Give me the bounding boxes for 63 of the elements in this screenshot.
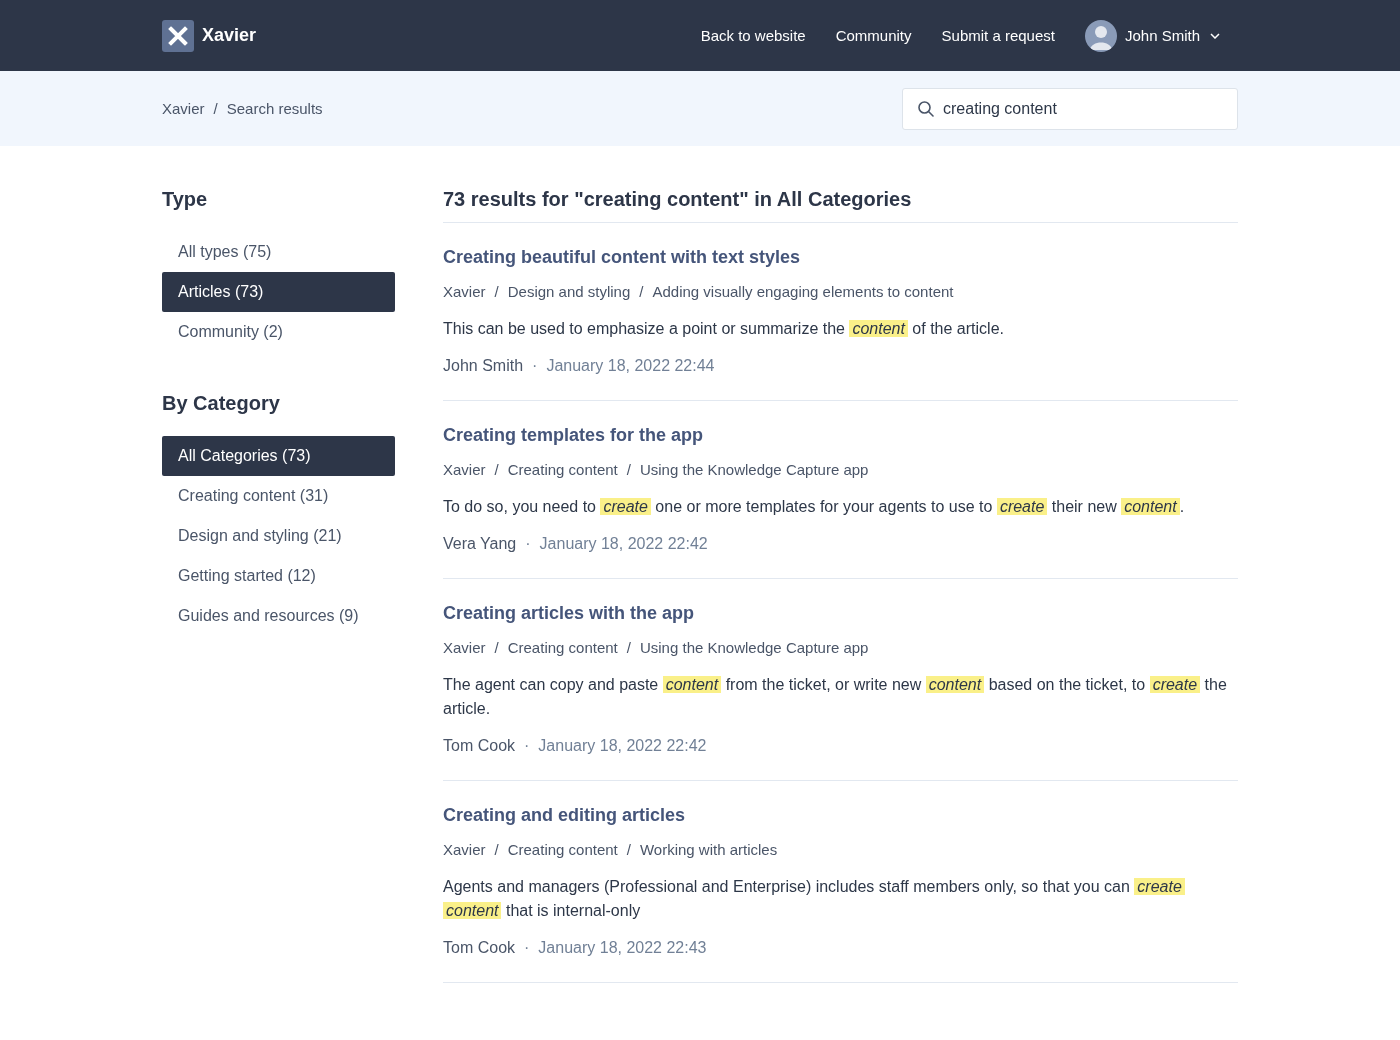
nav-link[interactable]: Submit a request bbox=[941, 27, 1055, 44]
nav-link[interactable]: Back to website bbox=[700, 27, 806, 44]
filter-item[interactable]: Community (2) bbox=[162, 312, 395, 352]
meta-separator: · bbox=[524, 939, 530, 957]
x-logo-icon bbox=[162, 19, 194, 52]
breadcrumb-link[interactable]: Xavier bbox=[443, 283, 486, 300]
meta-separator: · bbox=[524, 737, 530, 755]
meta-separator: · bbox=[532, 357, 538, 375]
breadcrumb-separator: / bbox=[626, 841, 631, 858]
breadcrumb-link[interactable]: Xavier bbox=[162, 100, 205, 117]
breadcrumb-separator: / bbox=[494, 639, 499, 656]
breadcrumb-link[interactable]: Using the Knowledge Capture app bbox=[639, 461, 869, 478]
post-date: January 18, 2022 22:42 bbox=[539, 535, 708, 553]
breadcrumb-separator: / bbox=[626, 461, 631, 478]
filter-item[interactable]: Guides and resources (9) bbox=[162, 596, 395, 636]
result-title-link[interactable]: Creating templates for the app bbox=[443, 425, 704, 446]
chevron-down-icon bbox=[1210, 32, 1220, 39]
breadcrumb-separator: / bbox=[213, 100, 218, 117]
breadcrumb-link[interactable]: Adding visually engaging elements to content bbox=[652, 283, 954, 300]
result-snippet: To do so, you need to create one or more templates for your agents to use to create their new content. bbox=[443, 497, 1186, 517]
breadcrumb-link[interactable]: Creating content bbox=[507, 639, 618, 656]
author-name: John Smith bbox=[443, 357, 524, 375]
author-name: Tom Cook bbox=[443, 737, 516, 755]
breadcrumb-separator: / bbox=[626, 639, 631, 656]
breadcrumb-link[interactable]: Creating content bbox=[507, 461, 618, 478]
user-menu[interactable]: John Smith bbox=[1084, 19, 1220, 52]
result-snippet: Agents and managers (Professional and Enterprise) includes staff members only, so that you can create content that is internal-only bbox=[443, 875, 1238, 923]
search-field[interactable]: creating content bbox=[902, 87, 1238, 130]
author-name: Tom Cook bbox=[443, 939, 516, 957]
breadcrumb-link[interactable]: Working with articles bbox=[639, 841, 778, 858]
filter-heading: By Category bbox=[162, 391, 281, 415]
breadcrumb-link[interactable]: Search results bbox=[226, 100, 323, 117]
meta-separator: · bbox=[525, 535, 531, 553]
result-snippet: This can be used to emphasize a point or summarize the content of the article. bbox=[443, 319, 1005, 339]
breadcrumb-separator: / bbox=[639, 283, 644, 300]
breadcrumb-separator: / bbox=[494, 283, 499, 300]
breadcrumb-separator: / bbox=[494, 461, 499, 478]
breadcrumb-link[interactable]: Using the Knowledge Capture app bbox=[639, 639, 869, 656]
result-title-link[interactable]: Creating beautiful content with text styles bbox=[443, 247, 801, 268]
result-title-link[interactable]: Creating articles with the app bbox=[443, 603, 695, 624]
breadcrumb-link[interactable]: Creating content bbox=[507, 841, 618, 858]
breadcrumb-separator: / bbox=[494, 841, 499, 858]
post-date: January 18, 2022 22:44 bbox=[546, 357, 715, 375]
filter-item[interactable]: Articles (73) bbox=[162, 272, 395, 312]
filter-heading: Type bbox=[162, 187, 209, 211]
filter-item[interactable]: Getting started (12) bbox=[162, 556, 395, 596]
post-date: January 18, 2022 22:43 bbox=[538, 939, 707, 957]
result-title-link[interactable]: Creating and editing articles bbox=[443, 805, 686, 826]
filter-item[interactable]: Creating content (31) bbox=[162, 476, 395, 516]
search-icon bbox=[917, 99, 935, 118]
breadcrumb-link[interactable]: Design and styling bbox=[507, 283, 631, 300]
brand-name[interactable]: Xavier bbox=[202, 25, 257, 46]
author-name: Vera Yang bbox=[443, 535, 517, 553]
breadcrumb-link[interactable]: Xavier bbox=[443, 841, 486, 858]
results-heading: 73 results for "creating content" in All Categories bbox=[443, 186, 1238, 223]
filter-item[interactable]: Design and styling (21) bbox=[162, 516, 395, 556]
nav-link[interactable]: Community bbox=[835, 27, 912, 44]
result-snippet: The agent can copy and paste content from the ticket, or write new content based on the ticket, to create the article. bbox=[443, 675, 1228, 719]
breadcrumb-link[interactable]: Xavier bbox=[443, 461, 486, 478]
post-date: January 18, 2022 22:42 bbox=[538, 737, 707, 755]
filter-item[interactable]: All types (75) bbox=[162, 232, 395, 272]
breadcrumb-link[interactable]: Xavier bbox=[443, 639, 486, 656]
filter-item[interactable]: All Categories (73) bbox=[162, 436, 395, 476]
